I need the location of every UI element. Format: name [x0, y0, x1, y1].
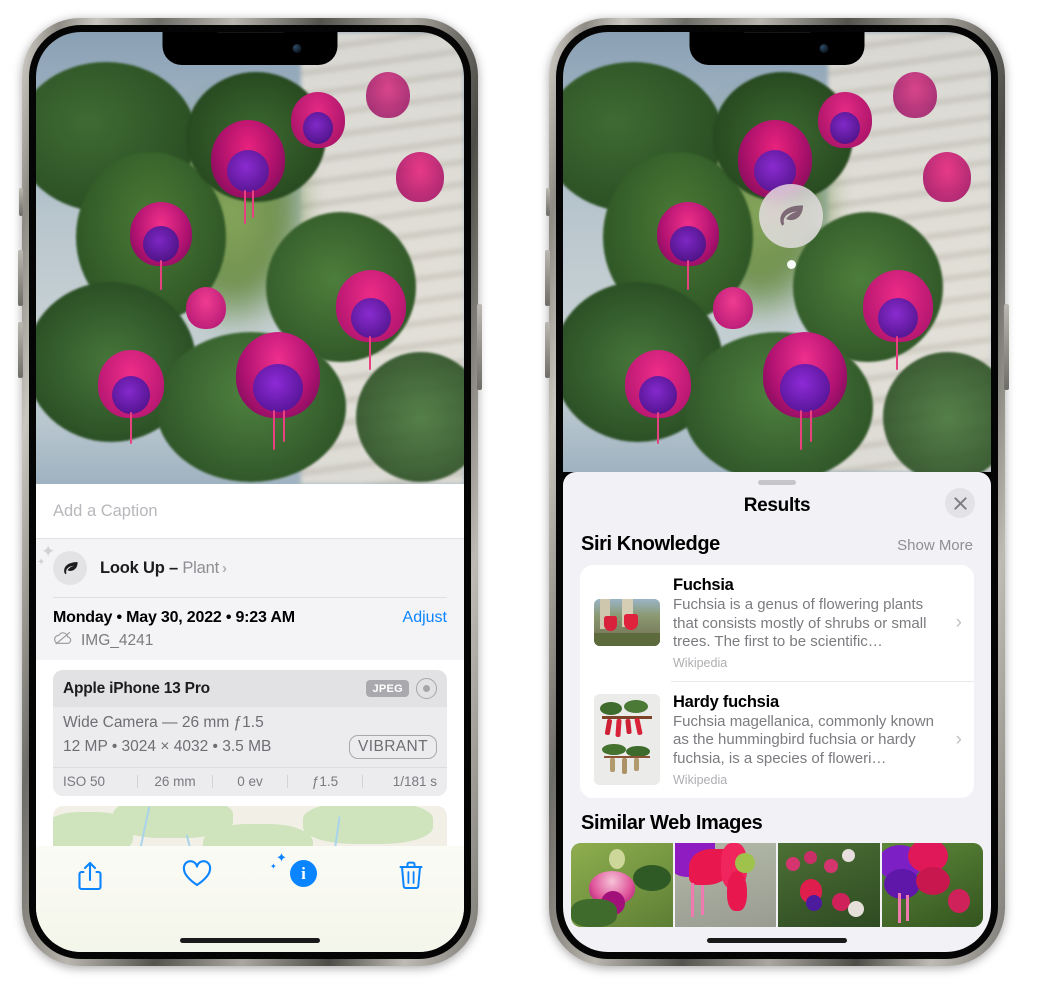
volume-down-button[interactable]: [545, 322, 550, 378]
divider: [53, 597, 447, 598]
adjust-button[interactable]: Adjust: [403, 609, 447, 627]
camera-info-card[interactable]: Apple iPhone 13 Pro JPEG Wide Camera — 2…: [53, 670, 447, 796]
volume-up-button[interactable]: [18, 250, 23, 306]
trash-icon: [399, 861, 422, 890]
knowledge-description: Fuchsia magellanica, commonly known as t…: [673, 712, 934, 767]
image-details: 12 MP • 3024 × 4032 • 3.5 MB: [63, 738, 272, 755]
exif-ev: 0 ev: [237, 774, 263, 789]
info-button[interactable]: ✦ ✦ i: [250, 850, 357, 887]
front-camera-icon: [292, 44, 302, 53]
style-badge: VIBRANT: [349, 735, 437, 759]
photo-image-left[interactable]: [36, 32, 464, 484]
format-badge: JPEG: [366, 680, 409, 697]
look-up-title: Look Up –: [100, 558, 183, 577]
exif-row: ISO 50 26 mm 0 ev ƒ1.5 1/181 s: [53, 767, 447, 796]
caption-input[interactable]: Add a Caption: [36, 484, 464, 539]
power-button[interactable]: [477, 304, 482, 390]
knowledge-source: Wikipedia: [673, 772, 728, 787]
camera-device-name: Apple iPhone 13 Pro: [63, 679, 210, 697]
siri-knowledge-title: Siri Knowledge: [581, 533, 720, 555]
delete-button[interactable]: [357, 860, 464, 890]
earpiece-speaker: [742, 32, 812, 33]
hardy-fuchsia-thumbnail: [594, 694, 660, 786]
screenshot-stage: Add a Caption ✦ ✦ Look Up – Plant › Mond…: [0, 0, 1055, 985]
fuchsia-thumbnail: [594, 599, 660, 647]
device-notch: [162, 32, 338, 65]
front-camera-icon: [819, 44, 829, 53]
right-iphone-device: Results Siri Knowledge Show More Fuchsia…: [545, 18, 1009, 966]
earpiece-speaker: [215, 32, 285, 33]
lens-info: Wide Camera — 26 mm ƒ1.5: [63, 714, 264, 731]
aperture-icon: [416, 678, 437, 699]
exif-shutter: 1/181 s: [392, 774, 437, 789]
web-image-4[interactable]: [881, 842, 983, 927]
sparkle-icon: ✦: [276, 850, 287, 865]
knowledge-source: Wikipedia: [673, 655, 728, 670]
knowledge-title: Hardy fuchsia: [673, 692, 779, 711]
photo-filename: IMG_4241: [81, 631, 154, 649]
sparkle-small-icon: ✦: [270, 862, 277, 871]
left-phone-screen: Add a Caption ✦ ✦ Look Up – Plant › Mond…: [36, 32, 464, 952]
close-icon: [953, 496, 967, 510]
leaf-icon: ✦ ✦: [37, 542, 87, 585]
results-sheet: Results Siri Knowledge Show More Fuchsia…: [563, 472, 991, 952]
cloud-slash-icon: [53, 631, 73, 650]
right-phone-screen: Results Siri Knowledge Show More Fuchsia…: [563, 32, 991, 952]
similar-web-images-title: Similar Web Images: [581, 811, 763, 834]
heart-icon: [182, 860, 211, 887]
list-item[interactable]: Hardy fuchsia Fuchsia magellanica, commo…: [580, 682, 974, 798]
sparkles-small-icon: ✦: [37, 557, 46, 568]
share-icon: [77, 861, 102, 891]
silence-switch[interactable]: [546, 188, 550, 216]
info-sparkle-icon: i: [290, 860, 317, 887]
silence-switch[interactable]: [19, 188, 23, 216]
visual-lookup-badge[interactable]: [759, 184, 823, 248]
favorite-button[interactable]: [143, 860, 250, 888]
photo-date: Monday • May 30, 2022 • 9:23 AM: [53, 609, 295, 626]
exif-aperture: ƒ1.5: [311, 774, 339, 789]
web-image-2[interactable]: [674, 842, 776, 927]
left-iphone-device: Add a Caption ✦ ✦ Look Up – Plant › Mond…: [18, 18, 482, 966]
close-button[interactable]: [945, 488, 975, 518]
photo-image-right[interactable]: [563, 32, 991, 472]
exif-focal: 26 mm: [154, 774, 196, 789]
knowledge-description: Fuchsia is a genus of flowering plants t…: [673, 596, 927, 651]
web-image-3[interactable]: [778, 842, 880, 927]
chevron-right-icon: ›: [955, 611, 962, 633]
visual-lookup-badge-dot: [787, 260, 796, 269]
info-glyph: i: [301, 863, 306, 883]
share-button[interactable]: [36, 860, 143, 892]
photo-metadata: Monday • May 30, 2022 • 9:23 AM Adjust I…: [36, 597, 464, 660]
list-item[interactable]: Fuchsia Fuchsia is a genus of flowering …: [580, 565, 974, 681]
exif-iso: ISO 50: [63, 774, 106, 789]
home-indicator[interactable]: [180, 938, 320, 943]
leaf-icon: [780, 205, 803, 226]
similar-web-images-strip[interactable]: [571, 842, 983, 927]
knowledge-title: Fuchsia: [673, 576, 734, 594]
web-image-1[interactable]: [571, 842, 673, 927]
device-notch: [689, 32, 865, 65]
power-button[interactable]: [1004, 304, 1009, 390]
chevron-right-icon: ›: [221, 559, 227, 577]
volume-up-button[interactable]: [545, 250, 550, 306]
home-indicator[interactable]: [707, 938, 847, 943]
siri-knowledge-card: Fuchsia Fuchsia is a genus of flowering …: [580, 565, 974, 798]
photo-toolbar: ✦ ✦ i: [36, 846, 464, 952]
look-up-subject: Plant: [182, 558, 219, 577]
look-up-row[interactable]: ✦ ✦ Look Up – Plant ›: [36, 539, 464, 597]
volume-down-button[interactable]: [18, 322, 23, 378]
look-up-label: Look Up – Plant ›: [100, 559, 227, 578]
show-more-button[interactable]: Show More: [897, 537, 973, 554]
results-title: Results: [743, 495, 811, 516]
chevron-right-icon: ›: [955, 728, 962, 750]
